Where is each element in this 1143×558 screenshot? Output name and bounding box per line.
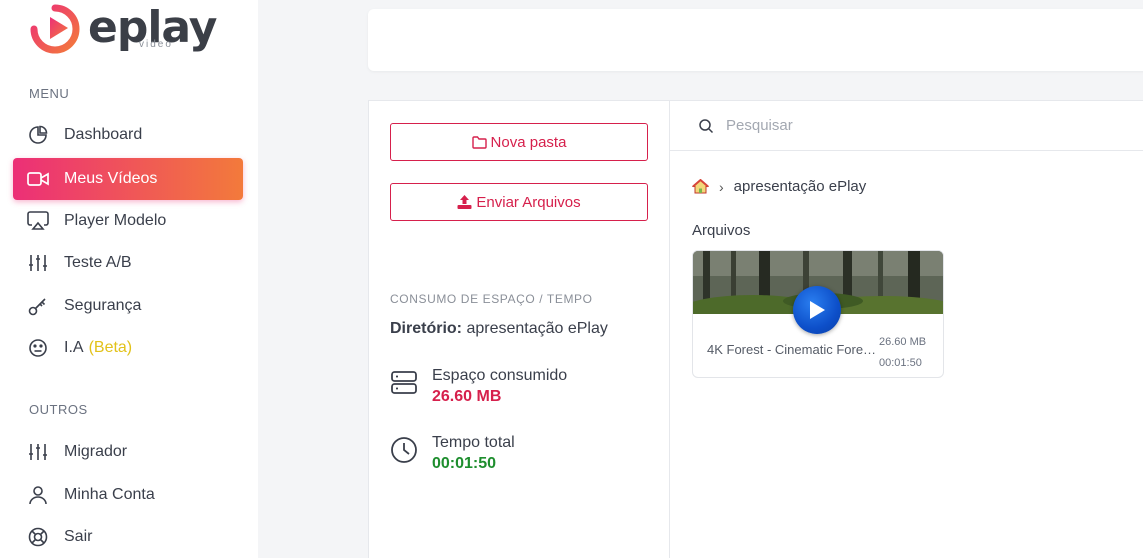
directory-label: Diretório: (390, 320, 462, 337)
upload-files-label: Enviar Arquivos (476, 193, 581, 211)
chevron-right-icon: › (719, 178, 724, 195)
menu-section-title: MENU (29, 86, 70, 101)
sidebar-item-label: Player Modelo (64, 212, 167, 229)
pie-chart-icon (26, 123, 50, 147)
clock-icon (390, 436, 420, 466)
sidebar-item-label: Meus Vídeos (64, 170, 158, 187)
files-section-title: Arquivos (692, 222, 751, 239)
sidebar-item-label: Dashboard (64, 126, 143, 143)
video-size: 26.60 MB (879, 336, 927, 348)
sidebar-item-label: Minha Conta (64, 486, 155, 503)
sidebar-item-label: Segurança (64, 297, 142, 314)
total-time-value: 00:01:50 (432, 455, 497, 472)
sidebar-item-label: Sair (64, 528, 93, 545)
upload-icon (457, 195, 472, 209)
sidebar-item-minha-conta[interactable]: Minha Conta (13, 474, 243, 516)
consumption-section-title: CONSUMO DE ESPAÇO / TEMPO (390, 292, 593, 306)
play-logo-icon (30, 4, 80, 54)
key-icon (26, 294, 50, 318)
breadcrumb: › apresentação ePlay (692, 178, 866, 195)
sidebar-item-migrador[interactable]: Migrador (13, 431, 243, 473)
beta-badge: (Beta) (88, 339, 133, 356)
home-icon[interactable] (692, 179, 709, 194)
video-title: 4K Forest - Cinematic Forest Footage (707, 342, 879, 357)
sidebar-item-meus-videos[interactable]: Meus Vídeos (13, 158, 243, 200)
video-meta: 26.60 MB 00:01:50 (879, 332, 926, 374)
sidebar-item-player-modelo[interactable]: Player Modelo (13, 200, 243, 242)
play-icon (810, 301, 825, 319)
video-card[interactable]: 4K Forest - Cinematic Forest Footage 26.… (692, 250, 944, 378)
sidebar-item-label: Teste A/B (64, 254, 132, 271)
directory-info: Diretório: apresentação ePlay (390, 320, 608, 338)
search-input[interactable] (726, 117, 1106, 134)
folder-icon (471, 135, 487, 149)
sidebar-item-seguranca[interactable]: Segurança (13, 285, 243, 327)
space-consumed-stat: Espaço consumido 26.60 MB (390, 366, 567, 408)
sidebar-item-dashboard[interactable]: Dashboard (13, 114, 243, 156)
sidebar: eplay video MENU Dashboard Meus Vídeos P… (0, 0, 258, 558)
brand-logo[interactable]: eplay video (28, 2, 228, 54)
breadcrumb-current[interactable]: apresentação ePlay (734, 178, 867, 195)
sliders-icon (26, 440, 50, 464)
folder-info-column: Nova pasta Enviar Arquivos CONSUMO DE ES… (369, 101, 670, 558)
others-section-title: OUTROS (29, 402, 88, 417)
sliders-icon (26, 251, 50, 275)
search-bar (670, 101, 1143, 151)
video-camera-icon (26, 167, 50, 191)
file-manager-panel: Nova pasta Enviar Arquivos CONSUMO DE ES… (368, 100, 1143, 558)
lifebuoy-icon (26, 525, 50, 549)
server-icon (390, 369, 420, 399)
play-button[interactable] (793, 286, 841, 334)
total-time-stat: Tempo total 00:01:50 (390, 433, 515, 475)
airplay-icon (26, 209, 50, 233)
video-duration: 00:01:50 (879, 357, 922, 369)
sidebar-item-teste-ab[interactable]: Teste A/B (13, 242, 243, 284)
new-folder-button[interactable]: Nova pasta (390, 123, 648, 161)
sidebar-item-sair[interactable]: Sair (13, 516, 243, 558)
sidebar-item-label: Migrador (64, 443, 128, 460)
face-icon (26, 336, 50, 360)
file-browser-column: › apresentação ePlay Arquivos (670, 101, 1143, 558)
search-icon (699, 118, 714, 133)
space-consumed-value: 26.60 MB (432, 388, 502, 405)
sidebar-item-label: I.A (64, 339, 84, 356)
upload-files-button[interactable]: Enviar Arquivos (390, 183, 648, 221)
total-time-label: Tempo total (432, 434, 515, 451)
user-icon (26, 483, 50, 507)
top-header-card (368, 9, 1143, 71)
new-folder-label: Nova pasta (490, 133, 567, 151)
directory-value: apresentação ePlay (466, 320, 608, 337)
sidebar-item-ia[interactable]: I.A (Beta) (13, 327, 243, 369)
brand-tagline: video (139, 39, 173, 50)
space-consumed-label: Espaço consumido (432, 367, 568, 384)
